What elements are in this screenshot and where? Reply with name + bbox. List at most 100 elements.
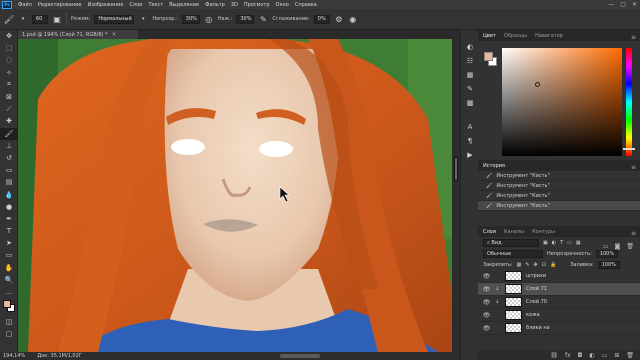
menu-image[interactable]: Изображение xyxy=(84,2,126,8)
smoothing-field[interactable]: 0% xyxy=(313,14,330,24)
layer-row[interactable]: 👁 ↓ Слой 70 xyxy=(478,296,640,309)
menu-select[interactable]: Выделение xyxy=(166,2,202,8)
panel-menu-icon[interactable]: ≡ xyxy=(631,164,636,171)
color-picker-handle[interactable] xyxy=(535,82,540,87)
tab-swatches[interactable]: Образцы xyxy=(504,31,527,41)
brushes-icon[interactable]: ✎ xyxy=(461,82,479,96)
crop-tool-icon[interactable]: ⌗ xyxy=(0,79,18,91)
path-select-tool-icon[interactable]: ➤ xyxy=(0,237,18,249)
tab-history[interactable]: История xyxy=(483,161,505,171)
menu-help[interactable]: Справка xyxy=(292,2,320,8)
lock-pixels-icon[interactable]: ✎ xyxy=(525,262,529,268)
menu-layers[interactable]: Слои xyxy=(126,2,145,8)
marquee-tool-icon[interactable]: ⬚ xyxy=(0,42,18,54)
scrollbar-thumb[interactable] xyxy=(454,157,458,181)
layer-filter-select[interactable]: ⌕ Вид xyxy=(483,238,539,247)
eye-icon[interactable]: 👁 xyxy=(482,312,491,319)
properties-icon[interactable]: ☷ xyxy=(461,54,479,68)
eye-icon[interactable]: 👁 xyxy=(482,299,491,306)
libraries-icon[interactable]: ▦ xyxy=(461,68,479,82)
lasso-tool-icon[interactable]: ◌ xyxy=(0,54,18,66)
pressure-opacity-icon[interactable]: ◎ xyxy=(204,14,214,24)
gradient-tool-icon[interactable]: ▤ xyxy=(0,176,18,188)
hue-slider-handle[interactable] xyxy=(623,148,635,150)
maximize-button[interactable]: ▢ xyxy=(620,1,626,8)
folder-icon[interactable]: ▭ xyxy=(602,352,608,359)
blend-mode-select[interactable]: Обычные xyxy=(483,249,543,258)
lock-transparency-icon[interactable]: ▦ xyxy=(517,262,522,268)
history-item[interactable]: 🖌 Инструмент "Кисть" xyxy=(478,191,640,201)
color-picker-field[interactable] xyxy=(502,48,622,156)
canvas-area[interactable] xyxy=(18,39,460,352)
eye-icon[interactable]: 👁 xyxy=(482,286,491,293)
brush-panel-icon[interactable]: ▣ xyxy=(52,14,62,24)
filter-smart-icon[interactable]: ▦ xyxy=(576,240,581,246)
tab-paths[interactable]: Контуры xyxy=(532,227,555,237)
more-tools-icon[interactable]: … xyxy=(0,286,18,298)
layer-row[interactable]: 👁 штрихи xyxy=(478,270,640,283)
layer-row[interactable]: 👁 блики на xyxy=(478,322,640,335)
lock-all-icon[interactable]: 🔒 xyxy=(550,262,556,268)
pressure-size-icon[interactable]: ◉ xyxy=(348,14,358,24)
swatches-icon[interactable]: ▩ xyxy=(461,96,479,110)
fx-icon[interactable]: fx xyxy=(565,352,571,359)
type-tool-icon[interactable]: T xyxy=(0,225,18,237)
menu-text[interactable]: Текст xyxy=(145,2,166,8)
hue-slider[interactable] xyxy=(623,48,635,156)
trash-icon[interactable]: 🗑 xyxy=(626,352,634,359)
layer-row[interactable]: 👁 кожа xyxy=(478,309,640,322)
filter-adjust-icon[interactable]: ◐ xyxy=(552,240,556,246)
menu-3d[interactable]: 3D xyxy=(228,2,241,8)
shape-tool-icon[interactable]: ▭ xyxy=(0,249,18,261)
pen-tool-icon[interactable]: ✒ xyxy=(0,213,18,225)
tab-layers[interactable]: Слои xyxy=(483,227,496,237)
mask-icon[interactable]: ◘ xyxy=(578,352,583,359)
history-brush-tool-icon[interactable]: ↺ xyxy=(0,152,18,164)
menu-edit[interactable]: Редактирование xyxy=(35,2,85,8)
eye-icon[interactable]: 👁 xyxy=(482,273,491,280)
foreground-color-swatch[interactable] xyxy=(484,52,493,61)
menu-view[interactable]: Просмотр xyxy=(241,2,273,8)
clone-stamp-tool-icon[interactable]: ⊥ xyxy=(0,140,18,152)
opacity-field[interactable]: 30% xyxy=(181,14,200,24)
tab-navigator[interactable]: Навигатор xyxy=(535,31,563,41)
layer-opacity-field[interactable]: 100% xyxy=(595,249,619,258)
menu-window[interactable]: Окно xyxy=(273,2,292,8)
link-icon[interactable]: ⛓ xyxy=(550,352,558,359)
fill-field[interactable]: 100% xyxy=(597,260,620,269)
color-swatches[interactable] xyxy=(0,298,17,316)
brush-icon[interactable]: 🖌 xyxy=(4,14,14,24)
eyedropper-tool-icon[interactable]: ⟋ xyxy=(0,103,18,115)
eraser-tool-icon[interactable]: ▭ xyxy=(0,164,18,176)
panel-menu-icon[interactable]: ≡ xyxy=(631,34,636,41)
panel-menu-icon[interactable]: ≡ xyxy=(631,230,636,237)
new-layer-icon[interactable]: ⊞ xyxy=(614,352,619,359)
lock-position-icon[interactable]: ✥ xyxy=(534,262,538,268)
zoom-level[interactable]: 194,14% xyxy=(3,353,25,359)
history-item-selected[interactable]: 🖌 Инструмент "Кисть" xyxy=(478,201,640,211)
menu-file[interactable]: Файл xyxy=(15,2,35,8)
brush-size-field[interactable]: 60 xyxy=(32,14,48,24)
foreground-color-swatch[interactable] xyxy=(3,300,11,309)
mode-select[interactable]: Нормальный xyxy=(94,14,135,24)
eye-icon[interactable]: 👁 xyxy=(482,325,491,332)
blur-tool-icon[interactable]: 💧 xyxy=(0,188,18,200)
paragraph-icon[interactable]: ¶ xyxy=(461,134,479,148)
healing-brush-tool-icon[interactable]: ✚ xyxy=(0,115,18,127)
gear-icon[interactable]: ⚙ xyxy=(334,14,344,24)
history-item[interactable]: 🖌 Инструмент "Кисть" xyxy=(478,171,640,181)
document-tab[interactable]: 1.psd @ 194% (Слой 71, RGB/8) * × xyxy=(18,30,138,39)
actions-icon[interactable]: ▶ xyxy=(461,148,479,162)
dodge-tool-icon[interactable]: ● xyxy=(0,201,18,213)
pressure-field[interactable]: 30% xyxy=(236,14,255,24)
close-button[interactable]: ✕ xyxy=(632,1,637,8)
history-item[interactable]: 🖌 Инструмент "Кисть" xyxy=(478,181,640,191)
filter-type-icon[interactable]: T xyxy=(560,240,563,246)
close-icon[interactable]: × xyxy=(112,31,117,38)
filter-shape-icon[interactable]: ▭ xyxy=(567,240,572,246)
tab-channels[interactable]: Каналы xyxy=(504,227,524,237)
quick-select-tool-icon[interactable]: ✧ xyxy=(0,67,18,79)
layer-row-selected[interactable]: 👁 ↓ Слой 71 xyxy=(478,283,640,296)
airbrush-icon[interactable]: ✎ xyxy=(258,14,268,24)
adjustments-icon[interactable]: ◐ xyxy=(461,40,479,54)
